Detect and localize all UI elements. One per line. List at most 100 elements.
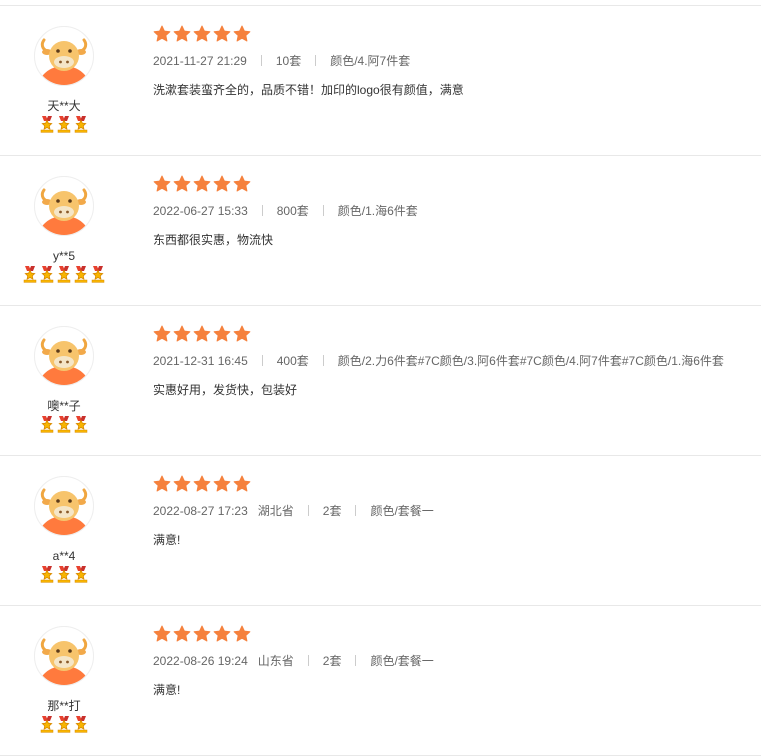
review-meta: 2021-12-31 16:45 400套 颜色/2.力6件套#7C颜色/3.阿6件… (153, 353, 751, 369)
cow-avatar-icon (34, 26, 94, 86)
star-icon (193, 625, 211, 642)
rating-stars (153, 475, 751, 493)
avatar (34, 26, 94, 86)
star-icon (153, 25, 171, 42)
reviewer-username: a**4 (52, 549, 76, 563)
review-text: 满意! (153, 533, 181, 547)
review-meta: 2022-08-27 17:23 湖北省 2套 颜色/套餐一 (153, 503, 751, 519)
review-content: 2022-08-27 17:23 湖北省 2套 颜色/套餐一 满意! (153, 475, 751, 548)
reviewer-info: y**5 (0, 176, 128, 284)
star-icon (233, 175, 251, 192)
avatar (34, 476, 94, 536)
star-icon (213, 175, 231, 192)
review-meta: 2022-06-27 15:33 800套 颜色/1.海6件套 (153, 203, 751, 219)
meta-separator (307, 655, 309, 666)
reviewer-region: 湖北省 (257, 504, 294, 518)
order-quantity: 2套 (322, 504, 342, 518)
medal-icon (57, 566, 71, 583)
order-quantity: 800套 (276, 204, 309, 218)
buyer-level-medals (0, 716, 128, 734)
medal-icon (74, 116, 88, 133)
star-icon (213, 475, 231, 492)
review-text: 洗漱套装蛮齐全的，品质不错！加印的logo很有颜值，满意 (153, 83, 464, 97)
star-icon (193, 25, 211, 42)
star-icon (153, 625, 171, 642)
star-icon (233, 325, 251, 342)
rating-stars (153, 175, 751, 193)
star-icon (153, 325, 171, 342)
product-spec: 颜色/1.海6件套 (337, 204, 418, 218)
meta-separator (261, 205, 263, 216)
reviewer-info: 那**打 (0, 626, 128, 734)
review-item: 那**打 2022-08-26 19:24 山东省 2套 颜色/套餐一 满意! (0, 606, 761, 756)
review-text: 实惠好用，发货快，包装好 (153, 383, 298, 397)
product-spec: 颜色/套餐一 (370, 654, 434, 668)
buyer-level-medals (0, 116, 128, 134)
star-icon (153, 175, 171, 192)
review-item: 天**大 2021-11-27 21:29 10套 颜色/4.阿7件套 洗漱套装蛮齐… (0, 6, 761, 156)
buyer-level-medals (0, 566, 128, 584)
meta-separator (260, 55, 262, 66)
medal-icon (57, 416, 71, 433)
cow-avatar-icon (34, 176, 94, 236)
order-quantity: 10套 (275, 54, 302, 68)
star-icon (173, 625, 191, 642)
cow-avatar-icon (34, 626, 94, 686)
avatar (34, 326, 94, 386)
review-text: 满意! (153, 683, 181, 697)
rating-stars (153, 25, 751, 43)
meta-separator (261, 355, 263, 366)
star-icon (193, 475, 211, 492)
medal-icon (74, 566, 88, 583)
reviewer-info: 噢**子 (0, 326, 128, 434)
reviewer-username: 天**大 (47, 99, 81, 113)
review-content: 2022-06-27 15:33 800套 颜色/1.海6件套 东西都很实惠，物流快 (153, 175, 751, 248)
star-icon (233, 475, 251, 492)
product-spec: 颜色/4.阿7件套 (330, 54, 411, 68)
medal-icon (74, 716, 88, 733)
review-content: 2021-12-31 16:45 400套 颜色/2.力6件套#7C颜色/3.阿6件… (153, 325, 751, 398)
review-date: 2021-12-31 16:45 (153, 354, 248, 368)
review-date: 2022-08-26 19:24 (153, 654, 248, 668)
star-icon (153, 475, 171, 492)
star-icon (213, 25, 231, 42)
review-text: 东西都很实惠，物流快 (153, 233, 274, 247)
order-quantity: 2套 (322, 654, 342, 668)
star-icon (173, 475, 191, 492)
product-spec: 颜色/套餐一 (370, 504, 434, 518)
product-spec: 颜色/2.力6件套#7C颜色/3.阿6件套#7C颜色/4.阿7件套#7C颜色/1… (337, 354, 724, 368)
medal-icon (40, 566, 54, 583)
review-list: 天**大 2021-11-27 21:29 10套 颜色/4.阿7件套 洗漱套装蛮齐… (0, 0, 761, 756)
review-date: 2021-11-27 21:29 (153, 54, 247, 68)
review-item: y**5 2022-06-27 15:33 800套 颜色/1.海6件套 东西都很实… (0, 156, 761, 306)
meta-separator (315, 55, 317, 66)
cow-avatar-icon (34, 476, 94, 536)
review-date: 2022-08-27 17:23 (153, 504, 248, 518)
medal-icon (57, 266, 71, 283)
star-icon (213, 625, 231, 642)
star-icon (173, 25, 191, 42)
cow-avatar-icon (34, 326, 94, 386)
review-date: 2022-06-27 15:33 (153, 204, 248, 218)
medal-icon (23, 266, 37, 283)
star-icon (193, 325, 211, 342)
star-icon (173, 325, 191, 342)
medal-icon (40, 716, 54, 733)
star-icon (213, 325, 231, 342)
meta-separator (322, 205, 324, 216)
review-content: 2022-08-26 19:24 山东省 2套 颜色/套餐一 满意! (153, 625, 751, 698)
reviewer-info: 天**大 (0, 26, 128, 134)
meta-separator (322, 355, 324, 366)
meta-separator (355, 505, 357, 516)
review-meta: 2022-08-26 19:24 山东省 2套 颜色/套餐一 (153, 653, 751, 669)
rating-stars (153, 325, 751, 343)
medal-icon (40, 266, 54, 283)
medal-icon (91, 266, 105, 283)
review-item: 噢**子 2021-12-31 16:45 400套 颜色/2.力6件套#7C颜色/… (0, 306, 761, 456)
star-icon (173, 175, 191, 192)
meta-separator (307, 505, 309, 516)
review-meta: 2021-11-27 21:29 10套 颜色/4.阿7件套 (153, 53, 751, 69)
medal-icon (74, 416, 88, 433)
medal-icon (57, 116, 71, 133)
order-quantity: 400套 (276, 354, 309, 368)
